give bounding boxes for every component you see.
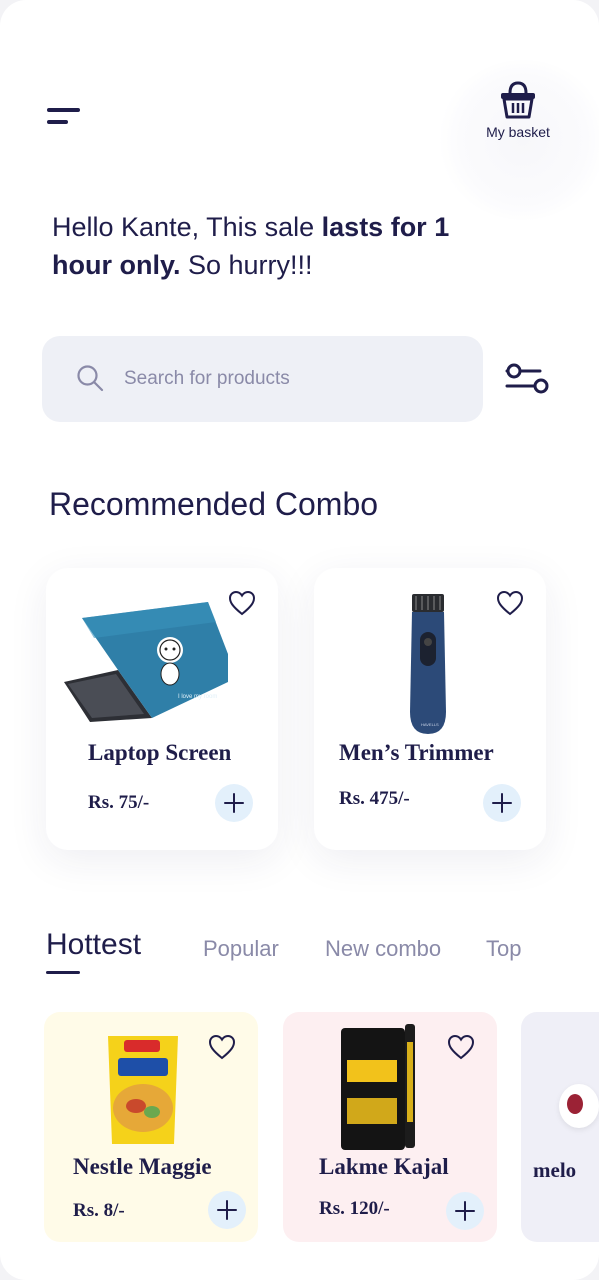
product-name: Laptop Screen [88,740,232,765]
greeting-text: Hello Kante, This sale lasts for 1 hour … [52,208,472,284]
heart-icon[interactable] [208,1034,236,1060]
hamburger-menu-icon[interactable] [44,104,86,132]
heart-icon[interactable] [228,590,256,616]
filter-button[interactable] [504,362,550,396]
tab-hottest[interactable]: Hottest [46,928,141,962]
search-bar[interactable] [42,336,483,422]
add-to-cart-button[interactable] [208,1191,246,1229]
kajal-pack-image [341,1024,415,1150]
heart-icon[interactable] [447,1034,475,1060]
svg-text:HAVELLS: HAVELLS [421,722,439,727]
product-card-nestle-maggie[interactable]: Nestle Maggie Rs. 8/- [44,1012,258,1242]
add-to-cart-button[interactable] [215,784,253,822]
product-name: Nestle Maggie [73,1154,212,1179]
basket-icon [501,81,535,119]
product-card-laptop-screen[interactable]: I love my room Laptop Screen Rs. 75/- [46,568,278,850]
search-input[interactable] [124,356,464,402]
product-price: Rs. 120/- [319,1198,390,1219]
home-screen: My basket Hello Kante, This sale lasts f… [0,0,599,1280]
filter-icon [505,363,549,394]
maggie-pack-image [108,1036,178,1144]
active-tab-indicator [46,971,80,974]
product-card-melo[interactable]: melo [521,1012,599,1242]
product-price: Rs. 75/- [88,792,150,813]
product-name: Lakme Kajal [319,1154,449,1179]
recommended-title: Recommended Combo [49,486,379,522]
add-to-cart-button[interactable] [446,1192,484,1230]
search-icon [77,365,104,392]
fruit-image [559,1084,599,1128]
trimmer-image: HAVELLS [410,594,446,734]
basket-label: My basket [486,124,550,140]
basket-button[interactable]: My basket [478,80,558,140]
category-tabs: Hottest Popular New combo Top [46,928,586,978]
product-price: Rs. 8/- [73,1200,125,1221]
heart-icon[interactable] [496,590,524,616]
product-price: Rs. 475/- [339,788,410,809]
product-name: Men’s Trimmer [339,740,494,765]
laptop-skin-image: I love my room [64,602,228,722]
greeting-suffix: So hurry!!! [180,250,313,280]
product-name: melo [533,1158,577,1182]
greeting-prefix: Hello Kante, This sale [52,212,322,242]
add-to-cart-button[interactable] [483,784,521,822]
svg-text:I love my room: I love my room [178,694,217,700]
tab-new-combo[interactable]: New combo [325,936,441,962]
tab-popular[interactable]: Popular [203,936,279,962]
tab-top[interactable]: Top [486,936,521,962]
product-card-lakme-kajal[interactable]: Lakme Kajal Rs. 120/- [283,1012,497,1242]
product-card-mens-trimmer[interactable]: HAVELLS Men’s Trimmer Rs. 475/- [314,568,546,850]
